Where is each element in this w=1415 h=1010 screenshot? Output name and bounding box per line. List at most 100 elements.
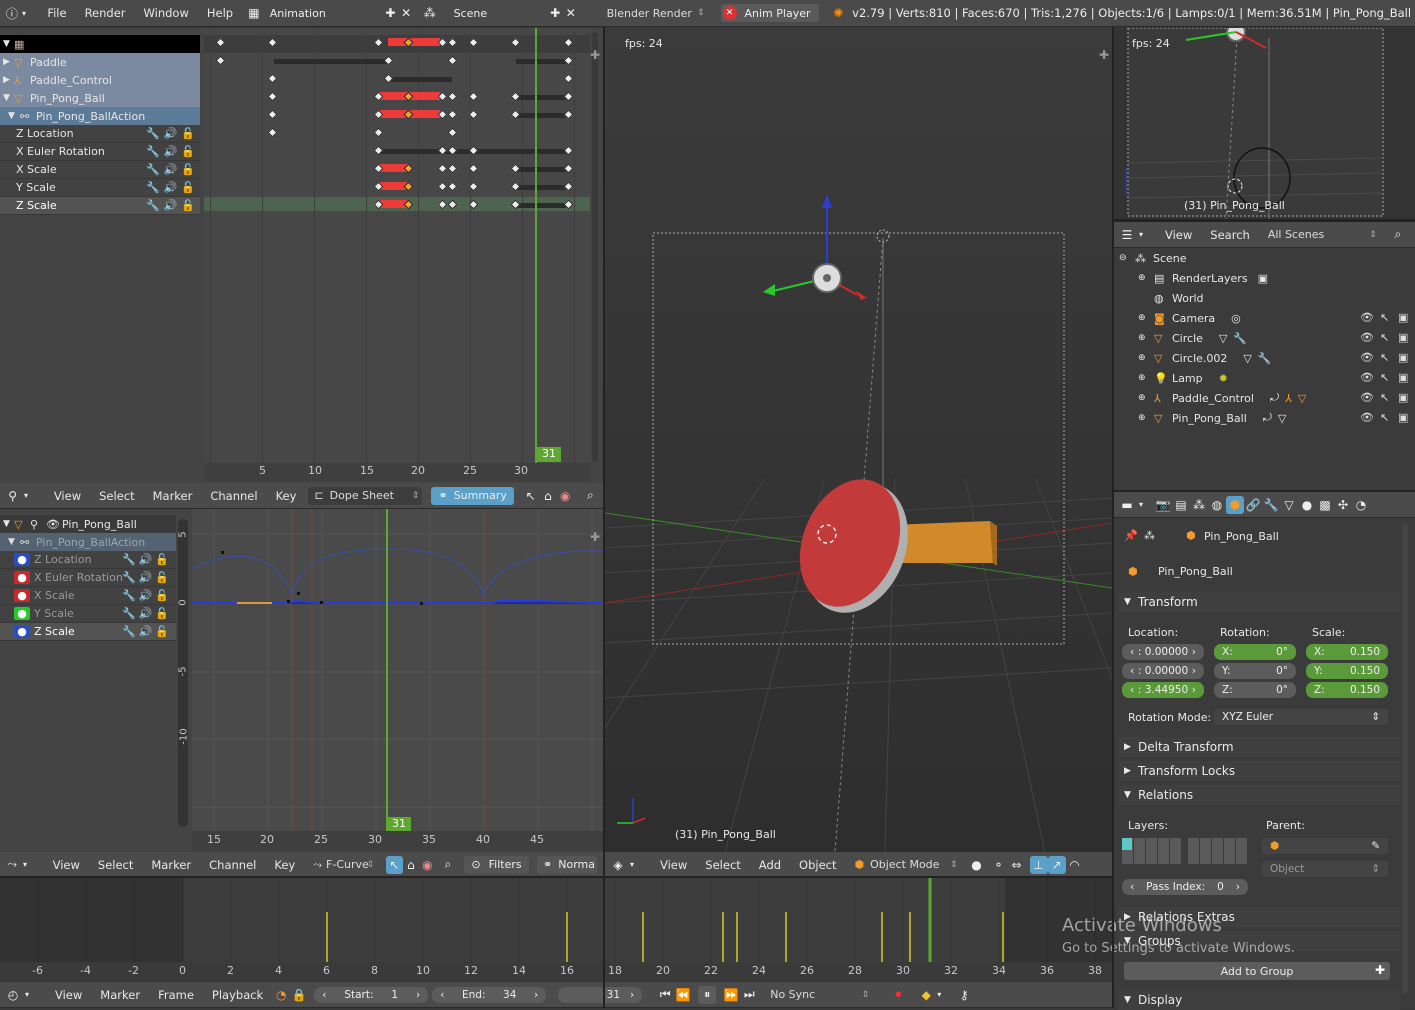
render-icon[interactable]: ▣ xyxy=(1398,391,1408,404)
keyframe[interactable] xyxy=(267,91,278,102)
rotation-y-field[interactable]: Y: 0° xyxy=(1214,663,1296,679)
menu-file[interactable]: File xyxy=(38,6,75,20)
summary-row[interactable]: ▼ ▦ xyxy=(0,35,200,53)
graph-action-row[interactable]: ▼ ⚯ Pin_Pong_BallAction xyxy=(0,533,176,551)
layout-selector[interactable]: Animation xyxy=(262,7,383,20)
next-keyframe-icon[interactable]: ⏩ xyxy=(722,986,740,1004)
display-panel-header[interactable]: ▼ Display xyxy=(1118,990,1400,1010)
texture-tab-icon[interactable]: ▩ xyxy=(1316,496,1334,514)
fcurve-z-location[interactable]: Z Location 🔧 🔊 🔓 xyxy=(0,125,200,143)
prev-keyframe-icon[interactable]: ⏪ xyxy=(674,986,692,1004)
search-icon[interactable]: ⌕ xyxy=(1389,226,1407,244)
layout-grid-icon[interactable]: ▦ xyxy=(246,4,262,22)
outliner-item-circle[interactable]: ⊕ ▽ Circle ▽ 🔧 xyxy=(1138,328,1247,348)
lock-icon[interactable]: 🔓 xyxy=(181,181,195,194)
start-frame-field[interactable]: ‹ Start: 1 › xyxy=(314,986,429,1003)
speaker-icon[interactable]: 🔊 xyxy=(164,145,178,158)
keyframe[interactable] xyxy=(447,55,458,66)
outliner-item-paddle-control[interactable]: ⊕ ⅄ Paddle_Control ⤾ ⅄ ▽ xyxy=(1138,388,1306,408)
menu-help[interactable]: Help xyxy=(198,6,242,20)
lock-icon[interactable]: 🔓 xyxy=(155,571,169,584)
keyframe[interactable] xyxy=(267,73,278,84)
menu-object[interactable]: Object xyxy=(790,858,845,872)
scale-y-field[interactable]: Y: 0.150 xyxy=(1306,663,1388,679)
editor-type-icon[interactable]: ⚲ xyxy=(4,487,21,505)
menu-select[interactable]: Select xyxy=(90,489,143,503)
data-tab-icon[interactable]: ▽ xyxy=(1280,496,1298,514)
menu-add[interactable]: Add xyxy=(750,858,790,872)
eye-icon[interactable]: 👁 xyxy=(1360,351,1374,364)
manipulator-icon[interactable]: ⇔ xyxy=(1008,856,1026,874)
menu-render[interactable]: Render xyxy=(76,6,135,20)
menu-marker[interactable]: Marker xyxy=(142,858,200,872)
menu-search[interactable]: Search xyxy=(1201,228,1259,242)
menu-view[interactable]: View xyxy=(651,858,696,872)
scene-selector[interactable]: Scene xyxy=(438,7,548,20)
dopesheet-vscroll[interactable] xyxy=(592,32,598,462)
channel-action[interactable]: ▼ ⚯ Pin_Pong_BallAction xyxy=(0,107,200,125)
scale-z-field[interactable]: Z: 0.150 xyxy=(1306,682,1388,698)
visibility-eye-icon[interactable]: ● xyxy=(14,625,30,638)
rotation-mode-select[interactable]: XYZ Euler ⇕ xyxy=(1214,709,1388,725)
keying-icon[interactable]: ⚷ xyxy=(955,986,973,1004)
properties-scrollbar[interactable] xyxy=(1402,524,1408,994)
eyedropper-icon[interactable]: ✎ xyxy=(1371,840,1380,852)
eye-icon[interactable]: 👁 xyxy=(46,518,62,531)
error-filter-icon[interactable]: ◉ xyxy=(419,856,435,874)
search-icon[interactable]: ⌕ xyxy=(582,487,599,505)
menu-playback[interactable]: Playback xyxy=(203,988,272,1002)
cursor-icon[interactable]: ↖ xyxy=(1380,351,1389,364)
pin-icon[interactable]: ⚲ xyxy=(30,518,46,531)
menu-key[interactable]: Key xyxy=(265,858,304,872)
editor-type-icon[interactable]: ⤳ xyxy=(4,856,20,874)
wrench-icon[interactable]: 🔧 xyxy=(122,607,136,620)
outliner-filter-select[interactable]: All Scenes xyxy=(1262,226,1380,244)
jump-start-icon[interactable]: ⏮ xyxy=(656,986,674,1004)
material-tab-icon[interactable]: ● xyxy=(1298,496,1316,514)
visibility-eye-icon[interactable]: ● xyxy=(14,553,30,566)
render-icon[interactable]: ▣ xyxy=(1398,411,1408,424)
graph-fcurve-z-location[interactable]: ● Z Location 🔧 🔊 🔓 xyxy=(0,551,176,569)
graph-object-row[interactable]: ▼ ▽ ⚲ 👁 Pin_Pong_Ball xyxy=(0,515,176,533)
location-z-field[interactable]: ‹: 3.44950 › xyxy=(1122,682,1204,698)
rotate-icon[interactable]: ↗ xyxy=(1047,855,1066,874)
add-layout-icon[interactable]: ✚ xyxy=(383,4,399,22)
menu-window[interactable]: Window xyxy=(135,6,198,20)
cursor-icon[interactable]: ↖ xyxy=(1380,331,1389,344)
dopesheet-mode-select[interactable]: ⊏ Dope Sheet xyxy=(308,486,423,505)
summary-toggle[interactable]: ⚭ Summary xyxy=(431,486,515,505)
graph-fcurve-x-scale[interactable]: ● X Scale 🔧 🔊 🔓 xyxy=(0,587,176,605)
wrench-icon[interactable]: 🔧 xyxy=(146,127,160,140)
ghost-icon[interactable]: ⌂ xyxy=(539,487,556,505)
speaker-icon[interactable]: 🔊 xyxy=(164,163,178,176)
select-cursor-icon[interactable]: ↖ xyxy=(386,855,403,874)
lock-icon[interactable]: 🔓 xyxy=(181,199,195,212)
select-cursor-icon[interactable]: ↖ xyxy=(522,487,539,505)
active-layer[interactable] xyxy=(1122,838,1132,850)
object-mode-select[interactable]: ⬢ Object Mode xyxy=(849,856,961,874)
relations-panel-header[interactable]: ▼ Relations xyxy=(1118,785,1400,805)
eye-icon[interactable]: 👁 xyxy=(1360,371,1374,384)
object-tab-icon[interactable]: ⬢ xyxy=(1226,495,1244,514)
channel-pin-pong-ball[interactable]: ▼ ▽ Pin_Pong_Ball xyxy=(0,89,200,107)
ghost-icon[interactable]: ⌂ xyxy=(403,856,419,874)
eye-icon[interactable]: 👁 xyxy=(1360,411,1374,424)
pause-icon[interactable]: ⏸ xyxy=(698,985,717,1004)
keyframe[interactable] xyxy=(267,109,278,120)
lock-icon[interactable]: 🔓 xyxy=(155,589,169,602)
jump-end-icon[interactable]: ⏭ xyxy=(740,986,758,1004)
timeline-area[interactable] xyxy=(0,878,1112,962)
pin-icon[interactable]: 📌 xyxy=(1124,529,1138,542)
keyframe[interactable] xyxy=(373,127,384,138)
graph-fcurve-y-scale[interactable]: ● Y Scale 🔧 🔊 🔓 xyxy=(0,605,176,623)
speaker-icon[interactable]: 🔊 xyxy=(139,607,153,620)
outliner-item-camera[interactable]: ⊕ ◙ Camera ◎ xyxy=(1138,308,1241,328)
scale-x-field[interactable]: X: 0.150 xyxy=(1306,644,1388,660)
lock-icon[interactable]: 🔓 xyxy=(181,145,195,158)
render-tab-icon[interactable]: 📷 xyxy=(1154,496,1172,514)
keyframe[interactable] xyxy=(447,91,458,102)
wrench-icon[interactable]: 🔧 xyxy=(122,553,136,566)
visibility-eye-icon[interactable]: ● xyxy=(14,607,30,620)
menu-marker[interactable]: Marker xyxy=(144,489,202,503)
keyframe[interactable] xyxy=(267,127,278,138)
